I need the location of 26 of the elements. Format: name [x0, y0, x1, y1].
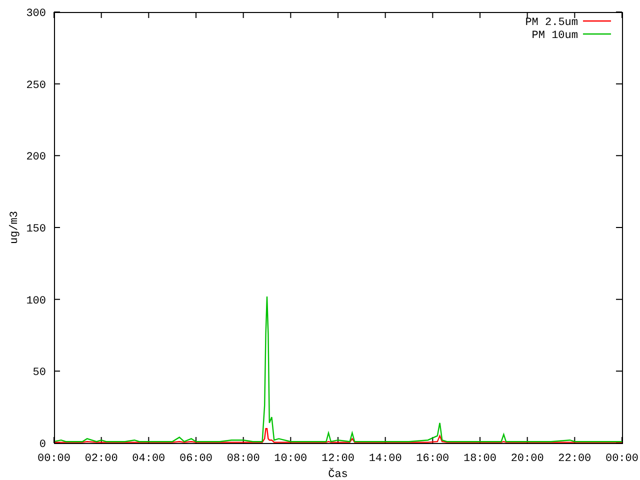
axis-tick-label: 08:00 [226, 453, 260, 465]
axis-tick-label: 200 [26, 152, 46, 164]
axis-tick-label: 10:00 [274, 453, 308, 465]
axis-tick-label: 00:00 [606, 453, 638, 465]
axis-tick-label: 04:00 [132, 453, 166, 465]
axis-tick-label: 150 [26, 224, 46, 236]
axis-tick-label: 18:00 [464, 453, 496, 465]
axis-tick-label: 22:00 [558, 453, 592, 465]
axis-tick-label: 300 [26, 8, 46, 20]
axis-tick-label: 12:00 [322, 453, 354, 465]
axis-title: ug/m3 [9, 211, 21, 244]
axis-tick-label: 50 [32, 367, 46, 380]
axis-tick-label: 100 [26, 295, 46, 308]
axis-tick-label: 00:00 [38, 453, 70, 465]
legend-label: PM 2.5um [525, 17, 578, 29]
axis-tick-label: 06:00 [180, 453, 212, 465]
legend-label: PM 10um [532, 30, 578, 42]
axis-tick-label: 250 [26, 80, 46, 92]
axis-title: Čas [328, 469, 348, 480]
axis-tick-label: 0 [39, 439, 46, 451]
axis-tick-label: 14:00 [368, 453, 402, 465]
axis-tick-label: 20:00 [510, 453, 544, 465]
axis-tick-label: 16:00 [416, 453, 450, 465]
axis-tick-label: 02:00 [84, 453, 118, 465]
legend-line [583, 33, 611, 35]
legend-line [583, 20, 611, 22]
